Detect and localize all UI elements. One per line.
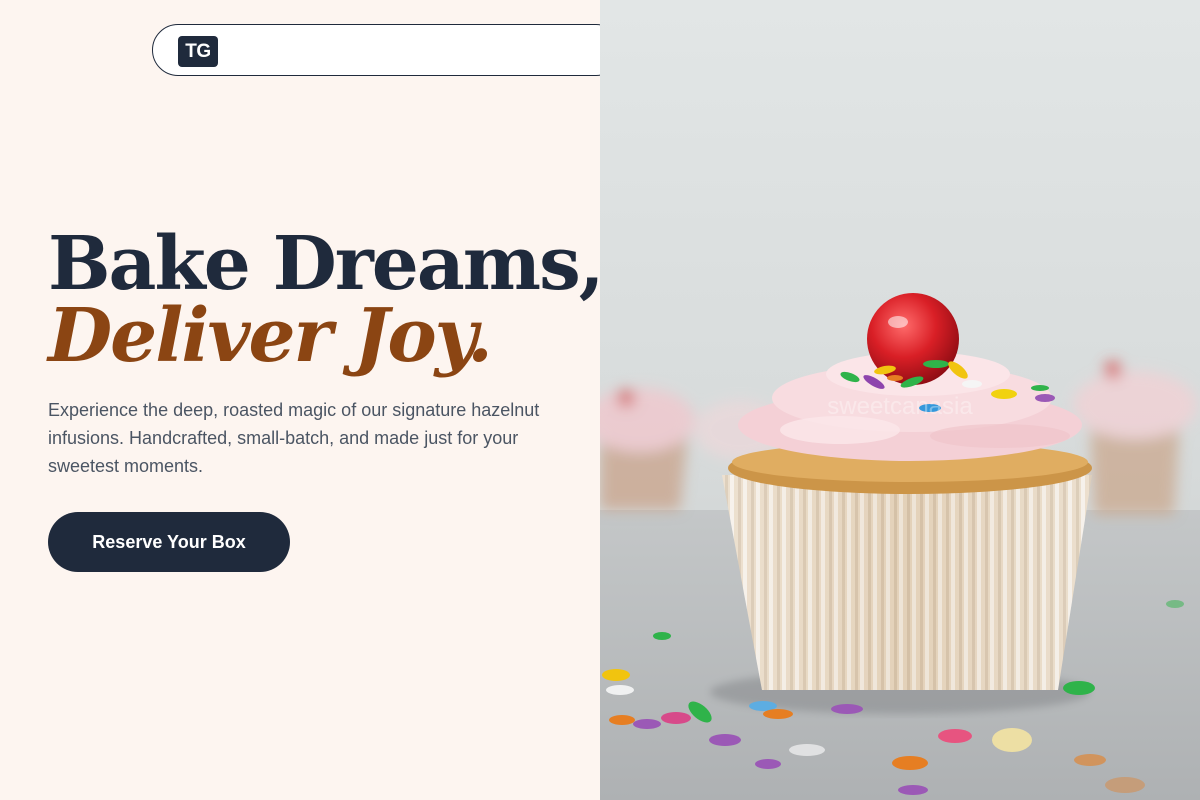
hero-image: sweetcanasia: [600, 0, 1200, 800]
watermark-text: sweetcanasia: [827, 393, 973, 420]
cupcake-photo: sweetcanasia: [600, 0, 1200, 800]
top-navigation-bar: TG: [152, 24, 622, 76]
headline-line-2: Deliver Joy.: [48, 293, 493, 379]
hero-headline: Bake Dreams, Deliver Joy.: [48, 221, 605, 379]
headline-line-1: Bake Dreams,: [48, 221, 605, 307]
reserve-box-button[interactable]: Reserve Your Box: [48, 512, 290, 572]
hero-description: Experience the deep, roasted magic of ou…: [48, 400, 540, 476]
hero-left-panel: TG Bake Dreams, Deliver Joy. Experience …: [0, 0, 622, 800]
brand-logo[interactable]: TG: [178, 36, 218, 67]
